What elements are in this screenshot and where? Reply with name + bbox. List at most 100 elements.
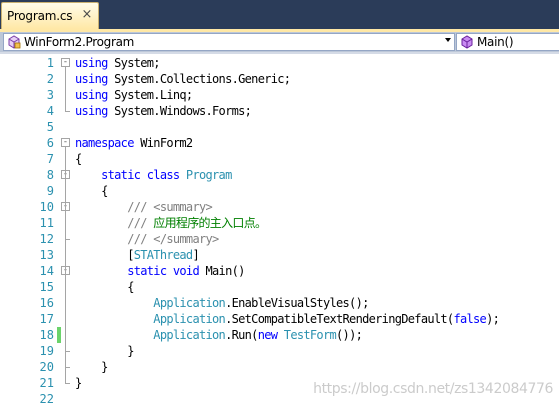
keyword-token: namespace bbox=[75, 136, 134, 150]
code-text[interactable]: using System; bbox=[75, 55, 161, 71]
type-token: Application bbox=[153, 312, 226, 326]
code-line[interactable]: 18 Application.Run(new TestForm()); bbox=[0, 327, 559, 343]
code-token: } bbox=[75, 376, 82, 390]
code-editor[interactable]: 1- using System; 2 using System.Collections… bbox=[0, 54, 559, 406]
line-number: 8 bbox=[46, 168, 54, 182]
code-line[interactable]: 14- static void Main() bbox=[0, 263, 559, 279]
comment-token: <summary> bbox=[146, 200, 213, 214]
code-text[interactable]: Application.EnableVisualStyles(); bbox=[75, 295, 369, 311]
comment-token: 应用程序的主入口点。 bbox=[146, 216, 267, 230]
code-text[interactable]: [STAThread] bbox=[75, 247, 199, 263]
code-text[interactable]: namespace WinForm2 bbox=[75, 135, 193, 151]
code-line[interactable]: 5 bbox=[0, 119, 559, 135]
code-token: ); bbox=[486, 312, 500, 326]
code-line[interactable]: 9 { bbox=[0, 183, 559, 199]
tab-program-cs[interactable]: Program.cs × bbox=[1, 2, 99, 29]
keyword-token: static void bbox=[127, 264, 199, 278]
code-text[interactable]: static class Program bbox=[75, 167, 232, 183]
comment-token: /// bbox=[127, 216, 147, 230]
line-number: 4 bbox=[46, 104, 54, 118]
line-number: 19 bbox=[39, 344, 54, 358]
code-text[interactable]: Application.Run(new TestForm()); bbox=[75, 327, 363, 343]
line-number: 14 bbox=[39, 264, 54, 278]
class-dropdown[interactable]: WinForm2.Program bbox=[3, 33, 455, 51]
code-token: { bbox=[75, 184, 108, 198]
close-icon[interactable]: × bbox=[81, 8, 93, 21]
line-number: 15 bbox=[39, 280, 54, 294]
line-number: 1 bbox=[46, 56, 54, 70]
code-text[interactable]: } bbox=[75, 343, 134, 359]
line-number: 2 bbox=[46, 72, 54, 86]
code-text[interactable]: /// 应用程序的主入口点。 bbox=[75, 215, 267, 231]
type-token: STAThread bbox=[133, 248, 193, 262]
code-line[interactable]: 13 [STAThread] bbox=[0, 247, 559, 263]
code-line[interactable]: 12 /// </summary> bbox=[0, 231, 559, 247]
member-dropdown[interactable]: Main() bbox=[456, 33, 559, 51]
line-number: 5 bbox=[46, 120, 54, 134]
code-text[interactable]: using System.Collections.Generic; bbox=[75, 71, 291, 87]
code-line[interactable]: 19 } bbox=[0, 343, 559, 359]
keyword-token: using bbox=[75, 56, 115, 70]
comment-token: /// bbox=[127, 232, 147, 246]
code-text[interactable]: { bbox=[75, 151, 82, 167]
code-text[interactable]: { bbox=[75, 183, 108, 199]
line-number: 7 bbox=[46, 152, 54, 166]
code-line[interactable]: 15 { bbox=[0, 279, 559, 295]
code-line[interactable]: 3 using System.Linq; bbox=[0, 87, 559, 103]
member-dropdown-value: Main() bbox=[477, 35, 514, 49]
line-number: 3 bbox=[46, 88, 54, 102]
keyword-token: using bbox=[75, 72, 115, 86]
outline-guide bbox=[65, 211, 66, 239]
code-line[interactable]: 6- namespace WinForm2 bbox=[0, 135, 559, 151]
collapse-icon[interactable]: - bbox=[61, 58, 70, 67]
code-line[interactable]: 8- static class Program bbox=[0, 167, 559, 183]
class-icon bbox=[8, 35, 21, 49]
code-line[interactable]: 1- using System; bbox=[0, 55, 559, 71]
code-token: .SetCompatibleTextRenderingDefault( bbox=[225, 312, 454, 326]
code-line[interactable]: 20 } bbox=[0, 359, 559, 375]
code-token: ()); bbox=[336, 328, 363, 342]
collapse-icon[interactable]: - bbox=[61, 138, 70, 147]
code-token: { bbox=[75, 280, 134, 294]
code-line[interactable]: 7{ bbox=[0, 151, 559, 167]
comment-token: </summary> bbox=[146, 232, 219, 246]
code-line[interactable]: 17 Application.SetCompatibleTextRenderin… bbox=[0, 311, 559, 327]
code-text[interactable]: { bbox=[75, 279, 134, 295]
code-line[interactable]: 4 using System.Windows.Forms; bbox=[0, 103, 559, 119]
code-text[interactable]: /// </summary> bbox=[75, 231, 219, 247]
chevron-down-icon[interactable] bbox=[445, 38, 451, 42]
keyword-token: using bbox=[75, 104, 115, 118]
code-token: } bbox=[75, 360, 108, 374]
code-text[interactable]: using System.Linq; bbox=[75, 87, 193, 103]
document-tab-strip: Program.cs × bbox=[0, 0, 559, 29]
code-line[interactable]: 16 Application.EnableVisualStyles(); bbox=[0, 295, 559, 311]
code-line[interactable]: 11 /// 应用程序的主入口点。 bbox=[0, 215, 559, 231]
code-text[interactable]: /// <summary> bbox=[75, 199, 213, 215]
type-token: Application bbox=[153, 296, 226, 310]
code-token: { bbox=[75, 152, 82, 166]
code-token: } bbox=[75, 344, 134, 358]
code-line[interactable]: 10- /// <summary> bbox=[0, 199, 559, 215]
watermark: https://blog.csdn.net/zs1342084776 bbox=[313, 381, 553, 397]
code-text[interactable]: using System.Windows.Forms; bbox=[75, 103, 252, 119]
line-number: 16 bbox=[39, 296, 54, 310]
code-line[interactable]: 2 using System.Collections.Generic; bbox=[0, 71, 559, 87]
navigation-bar: WinForm2.Program Main() bbox=[0, 32, 559, 52]
code-token: [ bbox=[75, 248, 134, 262]
line-number: 10 bbox=[39, 200, 54, 214]
code-token: .EnableVisualStyles(); bbox=[225, 296, 369, 310]
code-text[interactable]: static void Main() bbox=[75, 263, 245, 279]
code-text[interactable]: } bbox=[75, 375, 82, 391]
code-text[interactable]: Application.SetCompatibleTextRenderingDe… bbox=[75, 311, 500, 327]
comment-token: /// bbox=[127, 200, 147, 214]
code-text[interactable]: } bbox=[75, 359, 108, 375]
type-token: Application bbox=[153, 328, 226, 342]
outline-guide bbox=[65, 67, 66, 111]
outline-guide bbox=[65, 275, 66, 351]
